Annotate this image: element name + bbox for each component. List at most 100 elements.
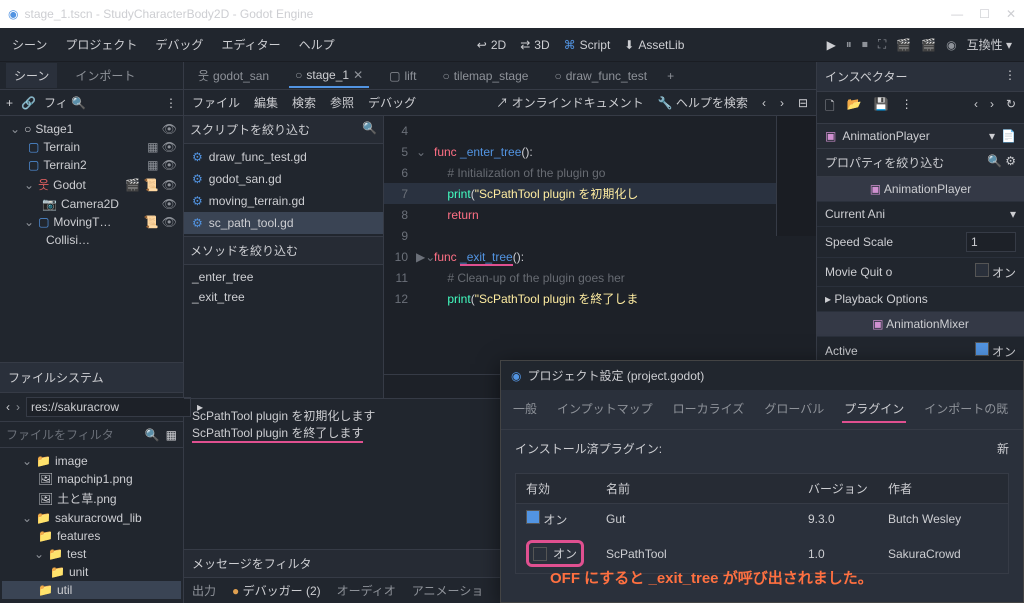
add-node-button[interactable]: + [6,96,13,110]
scene-dock-tab[interactable]: シーン [6,63,57,88]
fs-item[interactable]: 🖼 土と草.png [2,488,181,509]
inspector-prop[interactable]: ▸ Playback Options [817,287,1024,312]
script-item[interactable]: ⚙ moving_terrain.gd [184,190,383,212]
mode-assetlib-button[interactable]: ⬇ AssetLib [624,38,684,52]
dialog-tab[interactable]: 一般 [511,396,539,423]
insp-history-icon[interactable]: ↻ [1006,97,1016,118]
inspector-prop[interactable]: Current Ani ▾ [817,202,1024,227]
script-menu-edit[interactable]: 編集 [254,94,278,111]
renderer-dropdown[interactable]: 互換性 ▾ [967,36,1012,53]
play-button[interactable]: ▶ [827,38,836,52]
dialog-tab[interactable]: インポートの既 [922,396,1010,423]
new-plugin-button[interactable]: 新 [997,440,1009,465]
scene-tree[interactable]: ⌄ ○ Stage1👁 ▢ Terrain▦ 👁 ▢ Terrain2▦ 👁⌄ … [0,116,183,362]
insp-more-icon[interactable]: ⋮ [901,97,913,118]
script-toggle-panel[interactable]: ⊟ [798,96,808,110]
bottom-tab-audio[interactable]: オーディオ [337,582,396,599]
active-checkbox[interactable] [975,342,989,356]
import-dock-tab[interactable]: インポート [67,63,143,88]
insp-search-icon[interactable]: 🔍 ⚙ [987,154,1016,171]
mode-2d-button[interactable]: ↩ 2D [477,38,506,52]
script-online-doc[interactable]: ↗ オンラインドキュメント [496,94,643,111]
scene-tab[interactable]: 웃 godot_san [192,63,275,88]
tree-item[interactable]: ▢ Terrain2▦ 👁 [2,156,181,174]
insp-new-icon[interactable]: 🗋 [825,97,835,118]
fs-search-icon[interactable]: 🔍 [145,428,160,442]
tree-item[interactable]: ⌄ ○ Stage1👁 [2,120,181,138]
insp-back-icon[interactable]: ‹ [974,97,978,118]
bottom-tab-debugger[interactable]: ● デバッガー (2) [232,582,321,599]
fs-back-button[interactable]: ‹ [6,400,10,414]
inspector-object[interactable]: AnimationPlayer [842,129,983,143]
play-custom-button[interactable]: 🎬 [921,38,936,52]
fs-item[interactable]: 📁 features [2,527,181,545]
tree-item[interactable]: 📷 Camera2D👁 [2,195,181,213]
fs-view-icon[interactable]: ▦ [166,428,177,442]
inspector-close-icon[interactable]: ⋮ [1004,68,1016,85]
script-filter-search-icon[interactable]: 🔍 [362,121,377,138]
scene-tab[interactable]: ○ stage_1 ✕ [289,64,369,88]
script-item[interactable]: ⚙ draw_func_test.gd [184,146,383,168]
scene-tab[interactable]: ○ draw_func_test [548,65,653,87]
fs-item[interactable]: 📁 util [2,581,181,599]
bottom-tab-output[interactable]: 出力 [192,582,216,599]
script-help-search[interactable]: 🔧 ヘルプを検索 [658,94,748,111]
insp-save-icon[interactable]: 💾 [874,97,889,118]
menu-editor[interactable]: エディター [221,36,280,53]
window-minimize[interactable]: — [951,7,963,21]
menu-help[interactable]: ヘルプ [299,36,335,53]
menu-debug[interactable]: デバッグ [155,36,203,53]
fs-item[interactable]: ⌄📁 image [2,452,181,470]
method-item[interactable]: _exit_tree [184,287,383,307]
filesystem-tree[interactable]: ⌄📁 image🖼 mapchip1.png🖼 土と草.png⌄📁 sakura… [0,448,183,603]
scene-tab[interactable]: ▢ lift [383,65,422,87]
stop-button[interactable]: ⏹ [862,37,868,52]
window-maximize[interactable]: ☐ [979,7,990,21]
inspector-section-mixer[interactable]: ▣ AnimationMixer [817,312,1024,337]
mode-script-button[interactable]: ⌘ Script [564,38,611,52]
window-close[interactable]: ✕ [1006,7,1016,21]
fs-item[interactable]: 📁 unit [2,563,181,581]
code-editor[interactable]: 45⌄func _enter_tree():6 # Initialization… [384,116,816,374]
insp-open-icon[interactable]: 📂 [847,97,862,118]
script-nav-back[interactable]: ‹ [762,96,766,110]
pause-button[interactable]: ⏸ [846,37,852,52]
script-item[interactable]: ⚙ sc_path_tool.gd [184,212,383,234]
fs-item[interactable]: ⌄📁 test [2,545,181,563]
menu-project[interactable]: プロジェクト [65,36,137,53]
scene-filter[interactable]: フィ 🔍 [44,94,86,111]
script-menu-goto[interactable]: 参照 [330,94,354,111]
method-item[interactable]: _enter_tree [184,267,383,287]
script-menu-file[interactable]: ファイル [192,94,240,111]
script-item[interactable]: ⚙ godot_san.gd [184,168,383,190]
inspector-section-ap[interactable]: ▣ AnimationPlayer [817,177,1024,202]
tree-item[interactable]: ⌄ ▢ MovingT…📜 👁 [2,213,181,231]
scene-tab[interactable]: ○ tilemap_stage [436,65,534,87]
menu-scene[interactable]: シーン [12,36,47,53]
script-menu-search[interactable]: 検索 [292,94,316,111]
code-minimap[interactable] [776,116,816,236]
dialog-tab[interactable]: インプットマップ [555,396,655,423]
fs-path-input[interactable] [26,397,191,417]
tree-item[interactable]: ⌄ 웃 Godot🎬 📜 👁 [2,174,181,195]
insp-obj-dd-icon[interactable]: ▾ [989,129,995,143]
remote-button[interactable]: ⛶ [878,37,886,52]
inspector-prop[interactable]: Movie Quit o オン [817,258,1024,287]
script-menu-debug[interactable]: デバッグ [368,94,416,111]
fs-fwd-button[interactable]: › [16,400,20,414]
fs-item[interactable]: 🖼 mapchip1.png [2,470,181,488]
script-nav-fwd[interactable]: › [780,96,784,110]
mode-3d-button[interactable]: ⇄ 3D [520,38,549,52]
tree-item[interactable]: Collisi… [2,231,181,249]
add-tab-button[interactable]: + [667,69,674,83]
insp-doc-icon[interactable]: 📄 [1001,129,1016,143]
tree-item[interactable]: ▢ Terrain▦ 👁 [2,138,181,156]
insp-fwd-icon[interactable]: › [990,97,994,118]
inspector-prop[interactable]: Speed Scale [817,227,1024,258]
fs-item[interactable]: ⌄📁 sakuracrowd_lib [2,509,181,527]
dialog-tab[interactable]: グローバル [762,396,826,423]
dialog-tab[interactable]: プラグイン [842,396,906,423]
dialog-tab[interactable]: ローカライズ [671,396,747,423]
link-button[interactable]: 🔗 [21,96,36,110]
movie-button[interactable]: ◉ [946,38,956,52]
